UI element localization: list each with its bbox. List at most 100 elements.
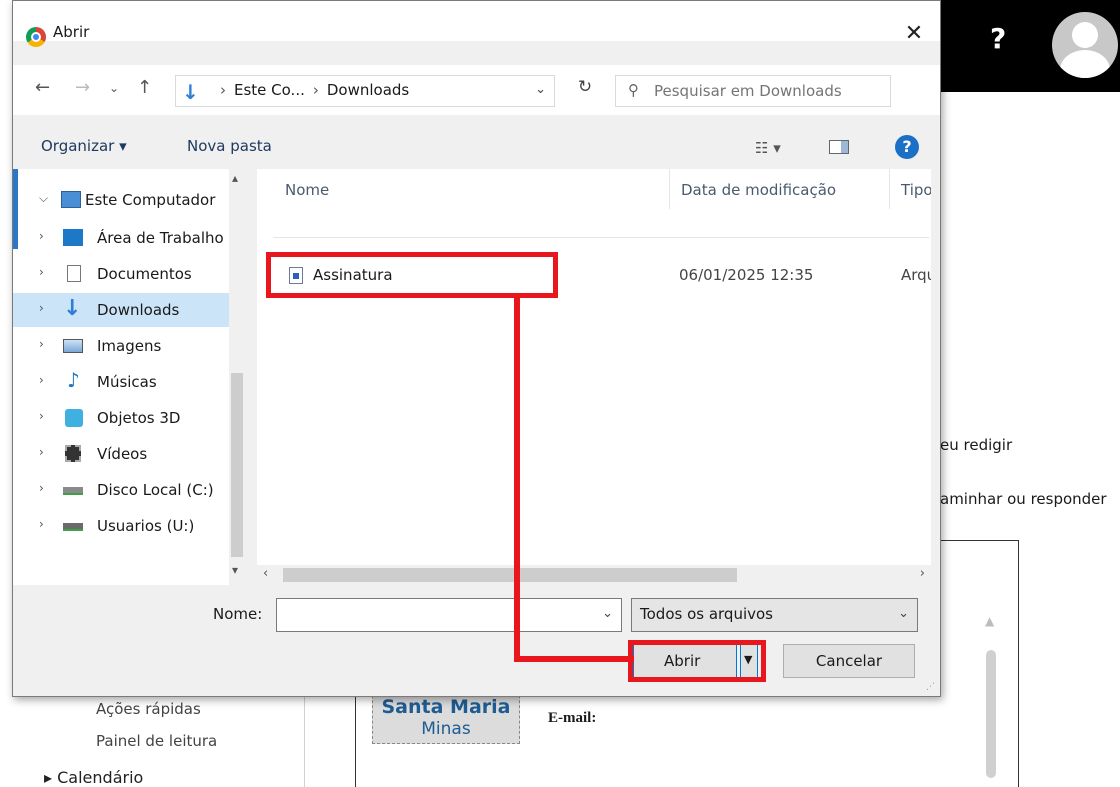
tree-item-este-computador[interactable]: ⌵ Este Computador bbox=[13, 183, 229, 217]
tree-item-label: Documentos bbox=[97, 265, 192, 283]
search-box[interactable]: ⚲ bbox=[615, 75, 891, 107]
tree-item-documentos[interactable]: › Documentos bbox=[13, 257, 229, 291]
command-toolbar: Organizar ▾ Nova pasta ☷ ▾ ? bbox=[13, 129, 940, 163]
address-bar[interactable]: ↓ › Este Co... › Downloads ⌄ bbox=[175, 75, 555, 107]
chevron-down-icon[interactable]: ⌄ bbox=[602, 606, 613, 621]
scrollbar-thumb[interactable] bbox=[231, 373, 243, 557]
tree-item-label: Área de Trabalho bbox=[97, 229, 224, 247]
chevron-right-icon[interactable]: › bbox=[39, 517, 44, 531]
pictures-icon bbox=[63, 339, 83, 353]
tree-item-objetos-3d[interactable]: › Objetos 3D bbox=[13, 401, 229, 435]
view-options-icon[interactable]: ☷ ▾ bbox=[755, 139, 781, 157]
videos-icon bbox=[65, 445, 81, 462]
scrollbar-thumb[interactable] bbox=[283, 568, 737, 582]
filename-input[interactable] bbox=[281, 604, 591, 626]
drive-icon bbox=[63, 487, 83, 495]
horizontal-scrollbar[interactable]: ‹ › bbox=[257, 565, 931, 585]
annotation-highlight-file bbox=[266, 252, 558, 298]
chevron-right-icon[interactable]: › bbox=[39, 481, 44, 495]
chevron-right-icon[interactable]: › bbox=[39, 301, 44, 315]
menu-item-calendar[interactable]: ▸ Calendário bbox=[44, 768, 143, 787]
refresh-icon[interactable]: ↻ bbox=[565, 77, 605, 105]
menu-item-quick-actions[interactable]: Ações rápidas bbox=[96, 700, 201, 718]
background-text: aminhar ou responder bbox=[940, 490, 1107, 508]
column-header-date[interactable]: Data de modificação bbox=[681, 181, 836, 199]
chevron-right-icon[interactable]: › bbox=[39, 337, 44, 351]
avatar-body bbox=[1060, 50, 1110, 78]
recent-locations-chevron-icon[interactable]: ⌄ bbox=[109, 81, 119, 95]
file-type-select[interactable]: Todos os arquivos ⌄ bbox=[631, 598, 918, 632]
annotation-highlight-open-button bbox=[628, 640, 766, 682]
organize-menu-button[interactable]: Organizar ▾ bbox=[41, 137, 127, 155]
help-icon[interactable]: ? bbox=[895, 135, 919, 159]
tree-item-imagens[interactable]: › Imagens bbox=[13, 329, 229, 363]
help-icon[interactable]: ? bbox=[990, 22, 1020, 62]
scrollbar-thumb[interactable] bbox=[986, 650, 996, 778]
resize-grip-icon[interactable]: ⋰ bbox=[926, 682, 936, 692]
column-divider[interactable] bbox=[669, 169, 670, 209]
search-input[interactable] bbox=[654, 80, 884, 102]
contact-email-label: E-mail: bbox=[548, 710, 597, 726]
preview-pane-icon[interactable] bbox=[829, 140, 849, 154]
annotation-connector-horizontal bbox=[514, 656, 634, 662]
column-divider[interactable] bbox=[889, 169, 890, 209]
scroll-right-icon[interactable]: › bbox=[920, 566, 925, 581]
menu-item-reading-pane[interactable]: Painel de leitura bbox=[96, 732, 217, 750]
tree-scrollbar[interactable]: ▴ ▾ bbox=[229, 169, 245, 585]
up-arrow-icon[interactable]: ↑ bbox=[137, 77, 152, 98]
tree-item-area-de-trabalho[interactable]: › Área de Trabalho bbox=[13, 221, 229, 255]
chevron-down-icon[interactable]: ⌄ bbox=[535, 82, 546, 97]
forward-arrow-icon[interactable]: → bbox=[75, 77, 90, 98]
file-type-selected: Todos os arquivos bbox=[640, 605, 773, 623]
scroll-down-icon[interactable]: ▾ bbox=[232, 563, 238, 577]
logo-line-1: Santa Maria bbox=[381, 696, 511, 718]
downloads-icon: ↓ bbox=[63, 296, 82, 321]
computer-icon bbox=[61, 191, 81, 208]
chevron-right-icon[interactable]: › bbox=[39, 265, 44, 279]
breadcrumb-separator-icon: › bbox=[220, 81, 226, 99]
tree-item-label: Downloads bbox=[97, 301, 180, 319]
breadcrumb-computer[interactable]: Este Co... bbox=[234, 81, 305, 99]
scroll-up-icon[interactable]: ▲ bbox=[985, 614, 994, 628]
chevron-down-icon[interactable]: ⌵ bbox=[39, 191, 48, 206]
chevron-down-icon[interactable]: ⌄ bbox=[898, 606, 909, 621]
chevron-right-icon[interactable]: › bbox=[39, 445, 44, 459]
chevron-right-icon: ▸ bbox=[44, 768, 58, 787]
desktop-icon bbox=[63, 229, 83, 246]
back-arrow-icon[interactable]: ← bbox=[35, 77, 50, 98]
breadcrumb-downloads[interactable]: Downloads bbox=[327, 81, 409, 99]
company-logo: Santa Maria Minas bbox=[372, 690, 520, 744]
header-separator bbox=[273, 237, 929, 238]
chevron-right-icon[interactable]: › bbox=[39, 409, 44, 423]
tree-item-label: Usuarios (U:) bbox=[97, 517, 195, 535]
music-icon: ♪ bbox=[67, 368, 80, 392]
tree-item-disco-local[interactable]: › Disco Local (C:) bbox=[13, 473, 229, 507]
tree-item-label: Este Computador bbox=[85, 191, 216, 209]
scroll-up-icon[interactable]: ▴ bbox=[232, 171, 238, 185]
tree-item-musicas[interactable]: › ♪ Músicas bbox=[13, 365, 229, 399]
file-list: Nome Data de modificação Tipo Assinatura… bbox=[257, 169, 931, 585]
filename-combobox[interactable]: ⌄ bbox=[276, 598, 622, 632]
avatar[interactable] bbox=[1052, 12, 1118, 78]
tree-item-videos[interactable]: › Vídeos bbox=[13, 437, 229, 471]
column-header-type[interactable]: Tipo bbox=[901, 181, 931, 199]
downloads-arrow-icon: ↓ bbox=[182, 80, 199, 104]
cancel-button[interactable]: Cancelar bbox=[783, 644, 915, 678]
column-header-name[interactable]: Nome bbox=[285, 181, 329, 199]
search-icon: ⚲ bbox=[628, 81, 639, 99]
dialog-titlebar: Abrir ✕ bbox=[13, 1, 940, 47]
tree-item-usuarios[interactable]: › Usuarios (U:) bbox=[13, 509, 229, 543]
breadcrumb-separator-icon: › bbox=[312, 81, 319, 99]
scroll-left-icon[interactable]: ‹ bbox=[263, 566, 268, 581]
tree-item-label: Músicas bbox=[97, 373, 157, 391]
chevron-right-icon[interactable]: › bbox=[39, 373, 44, 387]
tree-item-downloads[interactable]: › ↓ Downloads bbox=[13, 293, 229, 327]
network-drive-icon bbox=[63, 523, 83, 531]
tree-item-label: Imagens bbox=[97, 337, 162, 355]
close-button[interactable]: ✕ bbox=[896, 19, 932, 49]
open-file-dialog: Abrir ✕ ← → ⌄ ↑ ↓ › Este Co... › Downloads … bbox=[12, 0, 941, 697]
logo-line-2: Minas bbox=[421, 719, 471, 739]
chevron-right-icon[interactable]: › bbox=[39, 229, 44, 243]
new-folder-button[interactable]: Nova pasta bbox=[187, 137, 272, 155]
navigation-bar: ← → ⌄ ↑ ↓ › Este Co... › Downloads ⌄ ↻ ⚲ bbox=[13, 65, 940, 115]
